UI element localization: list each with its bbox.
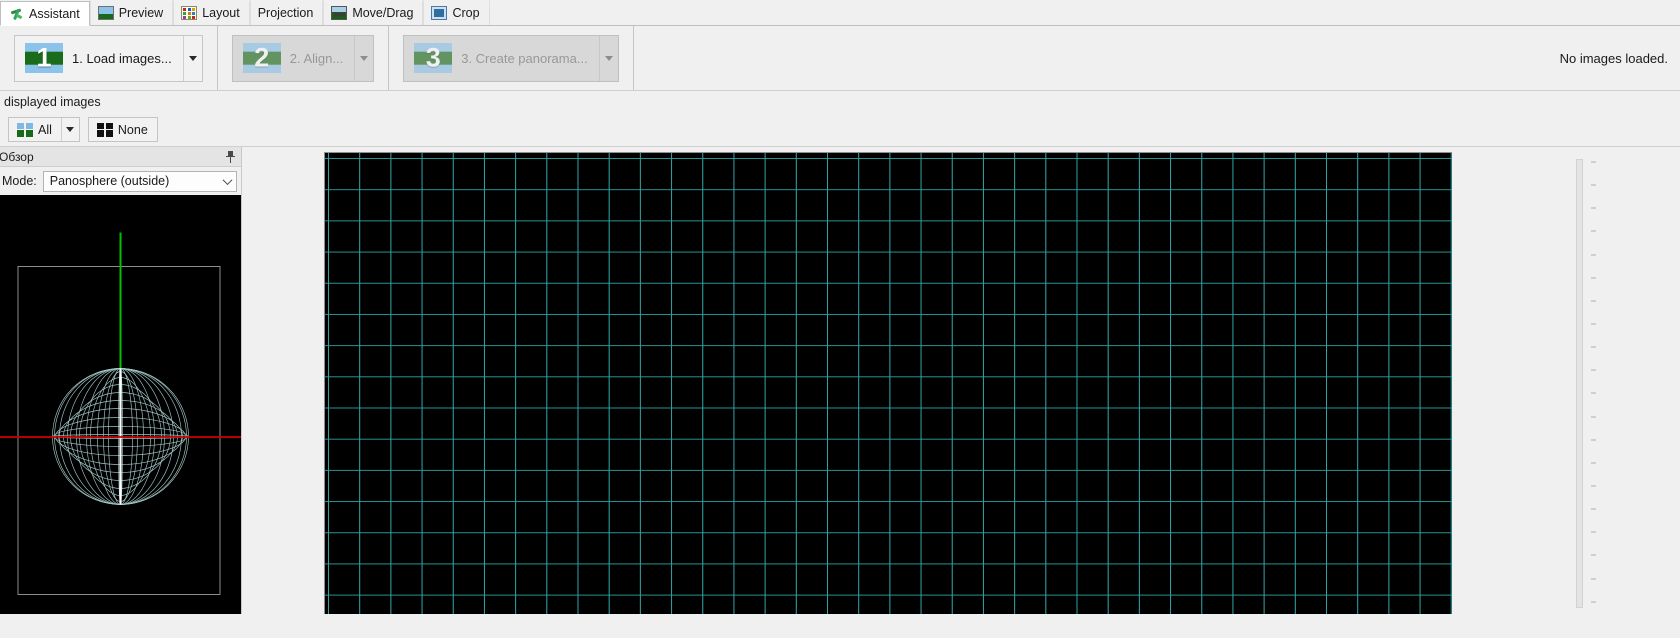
load-images-dropdown-button[interactable] <box>182 35 202 81</box>
mode-label: Mode: <box>2 174 37 188</box>
step-3-number: 3 <box>425 43 441 73</box>
assistant-wand-icon <box>8 7 24 21</box>
chevron-down-icon <box>188 55 197 61</box>
step-2-thumbnail-icon: 2 <box>242 43 281 73</box>
step-3-thumbnail-icon: 3 <box>414 43 453 73</box>
load-images-button-main[interactable]: 1 1. Load images... <box>15 36 183 81</box>
select-none-label: None <box>117 122 148 137</box>
align-label: 2. Align... <box>289 50 344 66</box>
tab-crop[interactable]: Crop <box>423 0 490 25</box>
chevron-down-icon <box>66 127 75 132</box>
chevron-down-icon <box>220 172 234 191</box>
no-images-grid-icon <box>96 122 113 137</box>
layout-grid-icon <box>181 6 198 20</box>
tab-preview-label: Preview <box>118 6 164 20</box>
field-of-view-tick-marks <box>1591 161 1601 606</box>
create-panorama-label: 3. Create panorama... <box>461 50 588 66</box>
align-button-main[interactable]: 2 2. Align... <box>233 36 354 81</box>
load-images-button[interactable]: 1 1. Load images... <box>14 34 203 82</box>
select-all-dropdown-button[interactable] <box>60 118 79 141</box>
crop-icon <box>431 6 448 20</box>
mode-select[interactable]: Panosphere (outside) <box>42 170 237 192</box>
tab-assistant-label: Assistant <box>29 6 80 21</box>
main-tab-bar: Assistant Preview Layout Projection Move… <box>0 0 1680 26</box>
toolbar-separator-3 <box>632 26 634 90</box>
step-group-1: 1 1. Load images... <box>0 26 218 90</box>
pin-icon[interactable] <box>224 150 237 164</box>
preview-grid-minor-overlay <box>325 153 1452 614</box>
image-selection-bar: All None <box>0 113 1680 147</box>
create-panorama-dropdown-button[interactable] <box>598 35 618 81</box>
tab-move-drag-label: Move/Drag <box>352 6 414 20</box>
create-panorama-button[interactable]: 3 3. Create panorama... <box>403 34 619 82</box>
tab-move-drag[interactable]: Move/Drag <box>323 0 424 25</box>
landscape-gl-icon <box>97 6 114 20</box>
step-2-number: 2 <box>254 43 270 73</box>
images-status-text: No images loaded. <box>1559 50 1668 66</box>
select-all-button-main[interactable]: All <box>9 118 61 141</box>
tab-crop-label: Crop <box>452 6 480 20</box>
create-panorama-button-main[interactable]: 3 3. Create panorama... <box>404 36 598 81</box>
step-1-number: 1 <box>36 43 52 73</box>
preview-right-gutter <box>1558 147 1680 614</box>
overview-panel-title: Обзор <box>0 149 34 164</box>
panosphere-preview[interactable] <box>0 195 241 614</box>
assistant-step-toolbar: 1 1. Load images... 2 2. Align... 3 3. C… <box>0 26 1680 91</box>
tab-layout[interactable]: Layout <box>173 0 250 25</box>
move-drag-icon <box>331 6 348 20</box>
tab-projection[interactable]: Projection <box>249 0 324 25</box>
overview-mode-row: Mode: Panosphere (outside) <box>0 167 241 195</box>
select-none-button-main[interactable]: None <box>89 118 157 141</box>
overview-panel-header: Обзор <box>0 147 241 167</box>
tab-assistant[interactable]: Assistant <box>0 1 90 26</box>
displayed-images-caption-bar: displayed images <box>0 91 1680 113</box>
main-body: Обзор Mode: Panosphere (outside) <box>0 147 1680 614</box>
overview-dock-panel: Обзор Mode: Panosphere (outside) <box>0 147 242 614</box>
tab-layout-label: Layout <box>202 6 240 20</box>
select-all-label: All <box>38 122 52 137</box>
all-images-grid-icon <box>17 122 33 137</box>
mode-select-value: Panosphere (outside) <box>49 174 170 188</box>
tab-projection-label: Projection <box>257 6 314 20</box>
chevron-down-icon <box>604 55 613 61</box>
panorama-preview-canvas[interactable] <box>324 152 1452 614</box>
chevron-down-icon <box>360 55 369 61</box>
select-all-button[interactable]: All <box>8 117 80 142</box>
preview-canvas-area <box>242 147 1680 614</box>
load-images-label: 1. Load images... <box>72 50 172 66</box>
tab-preview[interactable]: Preview <box>89 0 174 25</box>
select-none-button[interactable]: None <box>87 117 158 142</box>
step-group-2: 2 2. Align... <box>218 26 390 90</box>
step-group-3: 3 3. Create panorama... <box>389 26 634 90</box>
panosphere-canvas <box>0 214 241 595</box>
step-1-thumbnail-icon: 1 <box>25 43 63 73</box>
displayed-images-caption: displayed images <box>4 95 101 109</box>
align-button[interactable]: 2 2. Align... <box>231 34 375 82</box>
align-dropdown-button[interactable] <box>354 35 374 81</box>
field-of-view-slider[interactable] <box>1576 159 1583 608</box>
